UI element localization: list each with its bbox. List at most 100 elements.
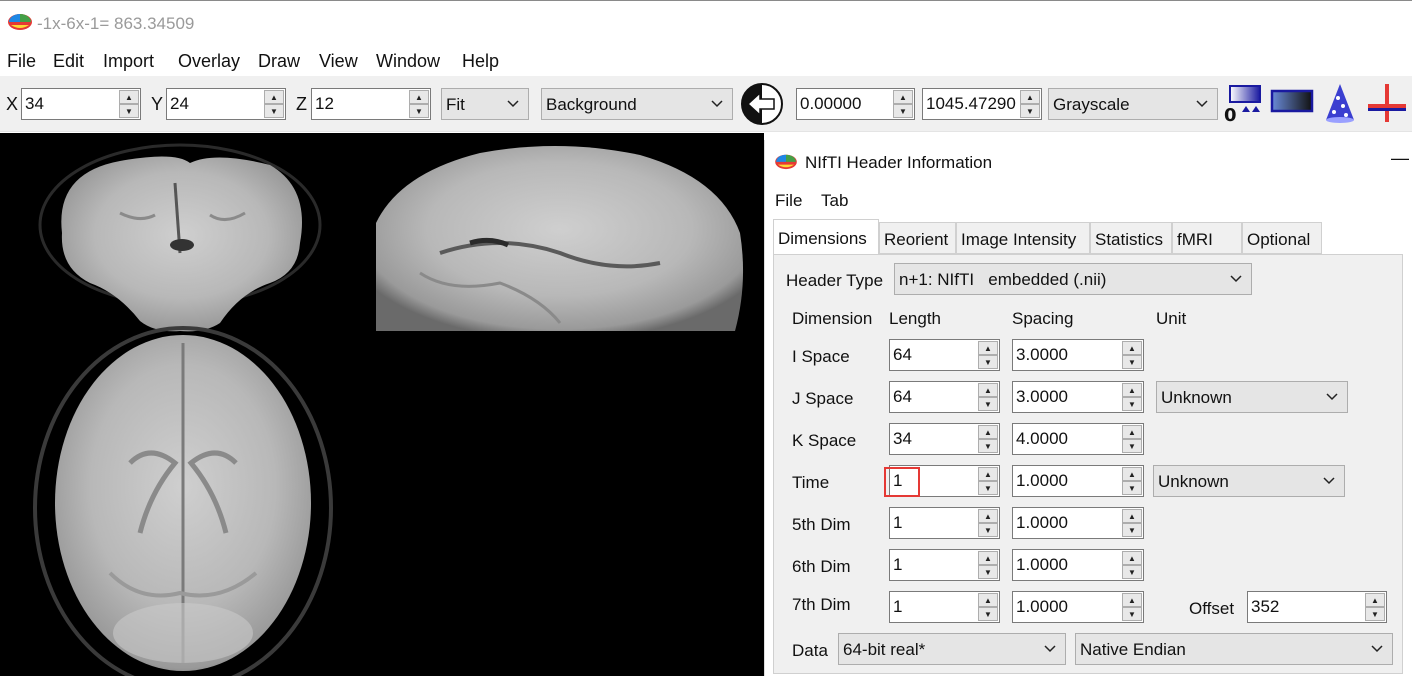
tab-fmri[interactable]: fMRI (1172, 222, 1242, 254)
dim7-spacing-input[interactable]: 1.0000 ▲ ▼ (1012, 591, 1144, 623)
down-button[interactable]: ▼ (978, 439, 998, 453)
down-button[interactable]: ▼ (1122, 481, 1142, 495)
time-spacing-input[interactable]: 1.0000 ▲ ▼ (1012, 465, 1144, 497)
down-button[interactable]: ▼ (978, 397, 998, 411)
sagittal-slice[interactable] (374, 133, 750, 331)
tab-dimensions[interactable]: Dimensions (773, 219, 879, 255)
down-button[interactable]: ▼ (1122, 397, 1142, 411)
menu-file[interactable]: File (7, 51, 36, 72)
menu-help[interactable]: Help (462, 51, 499, 72)
dim7-length: 1 (893, 597, 903, 616)
tab-image-intensity[interactable]: Image Intensity (956, 222, 1090, 254)
x-coordinate-input[interactable]: 34 ▲ ▼ (21, 88, 141, 120)
down-button[interactable]: ▼ (1122, 439, 1142, 453)
data-type-select[interactable]: 64-bit real* (838, 633, 1066, 665)
down-button[interactable]: ▼ (978, 523, 998, 537)
min-up-button[interactable]: ▲ (893, 90, 913, 104)
dialog-menu-file[interactable]: File (775, 191, 802, 211)
layer-select[interactable]: Background (541, 88, 733, 120)
dim6-length-input[interactable]: 1 ▲ ▼ (889, 549, 1000, 581)
down-button[interactable]: ▼ (1122, 565, 1142, 579)
colorbar-icon[interactable]: 0 (1224, 84, 1264, 124)
up-button[interactable]: ▲ (978, 593, 998, 607)
y-down-button[interactable]: ▼ (264, 104, 284, 118)
dim6-spacing-input[interactable]: 1.0000 ▲ ▼ (1012, 549, 1144, 581)
image-viewer[interactable] (0, 133, 764, 681)
up-button[interactable]: ▲ (1122, 509, 1142, 523)
menu-view[interactable]: View (319, 51, 358, 72)
up-button[interactable]: ▲ (1122, 383, 1142, 397)
dim7-length-input[interactable]: 1 ▲ ▼ (889, 591, 1000, 623)
up-button[interactable]: ▲ (1122, 425, 1142, 439)
up-button[interactable]: ▲ (978, 383, 998, 397)
up-button[interactable]: ▲ (978, 425, 998, 439)
down-button[interactable]: ▼ (1365, 607, 1385, 621)
z-down-button[interactable]: ▼ (409, 104, 429, 118)
minimize-button[interactable]: — (1391, 148, 1409, 169)
j-space-spacing-input[interactable]: 3.0000 ▲ ▼ (1012, 381, 1144, 413)
menu-draw[interactable]: Draw (258, 51, 300, 72)
render-wizard-icon[interactable] (1324, 82, 1356, 124)
down-button[interactable]: ▼ (978, 355, 998, 369)
up-button[interactable]: ▲ (978, 509, 998, 523)
up-button[interactable]: ▲ (1365, 593, 1385, 607)
max-down-button[interactable]: ▼ (1020, 104, 1040, 118)
k-space-length-input[interactable]: 34 ▲ ▼ (889, 423, 1000, 455)
max-intensity-input[interactable]: 1045.47290 ▲ ▼ (922, 88, 1042, 120)
up-button[interactable]: ▲ (1122, 341, 1142, 355)
tab-statistics[interactable]: Statistics (1090, 222, 1172, 254)
endian-select[interactable]: Native Endian (1075, 633, 1393, 665)
spatial-unit-select[interactable]: Unknown (1156, 381, 1348, 413)
up-button[interactable]: ▲ (1122, 467, 1142, 481)
menu-overlay[interactable]: Overlay (178, 51, 240, 72)
up-button[interactable]: ▲ (978, 551, 998, 565)
col-spacing: Spacing (1012, 309, 1074, 328)
j-space-length-input[interactable]: 64 ▲ ▼ (889, 381, 1000, 413)
up-button[interactable]: ▲ (1122, 593, 1142, 607)
i-space-length-input[interactable]: 64 ▲ ▼ (889, 339, 1000, 371)
menu-edit[interactable]: Edit (53, 51, 84, 72)
crosshair-icon[interactable] (1366, 82, 1408, 124)
zoom-select[interactable]: Fit (441, 88, 529, 120)
y-coordinate-input[interactable]: 24 ▲ ▼ (166, 88, 286, 120)
up-button[interactable]: ▲ (978, 341, 998, 355)
dim5-length-input[interactable]: 1 ▲ ▼ (889, 507, 1000, 539)
down-button[interactable]: ▼ (978, 565, 998, 579)
back-arrow-icon[interactable] (740, 82, 784, 126)
dim5-spacing-input[interactable]: 1.0000 ▲ ▼ (1012, 507, 1144, 539)
gradient-icon[interactable] (1270, 88, 1314, 114)
max-up-button[interactable]: ▲ (1020, 90, 1040, 104)
down-button[interactable]: ▼ (1122, 607, 1142, 621)
menu-window[interactable]: Window (376, 51, 440, 72)
tab-reorient[interactable]: Reorient (879, 222, 956, 254)
axial-slice[interactable] (33, 326, 333, 681)
max-intensity-value: 1045.47290 (926, 94, 1016, 113)
down-button[interactable]: ▼ (978, 607, 998, 621)
down-button[interactable]: ▼ (1122, 523, 1142, 537)
colormap-value: Grayscale (1053, 95, 1130, 114)
offset-input[interactable]: 352 ▲ ▼ (1247, 591, 1387, 623)
z-coordinate-input[interactable]: 12 ▲ ▼ (311, 88, 431, 120)
x-up-button[interactable]: ▲ (119, 90, 139, 104)
colormap-select[interactable]: Grayscale (1048, 88, 1218, 120)
up-button[interactable]: ▲ (1122, 551, 1142, 565)
coronal-slice[interactable] (38, 143, 322, 332)
min-intensity-input[interactable]: 0.00000 ▲ ▼ (796, 88, 915, 120)
i-space-spacing-input[interactable]: 3.0000 ▲ ▼ (1012, 339, 1144, 371)
chevron-down-icon (1230, 275, 1242, 283)
tab-optional[interactable]: Optional (1242, 222, 1322, 254)
min-down-button[interactable]: ▼ (893, 104, 913, 118)
dialog-menu-tab[interactable]: Tab (821, 191, 848, 211)
header-type-select[interactable]: n+1: NIfTI embedded (.nii) (894, 263, 1252, 295)
x-down-button[interactable]: ▼ (119, 104, 139, 118)
down-button[interactable]: ▼ (1122, 355, 1142, 369)
up-button[interactable]: ▲ (978, 467, 998, 481)
time-unit-select[interactable]: Unknown (1153, 465, 1345, 497)
menu-import[interactable]: Import (103, 51, 154, 72)
y-up-button[interactable]: ▲ (264, 90, 284, 104)
k-space-spacing-input[interactable]: 4.0000 ▲ ▼ (1012, 423, 1144, 455)
down-button[interactable]: ▼ (978, 481, 998, 495)
slice-views (33, 133, 750, 681)
j-space-length: 64 (893, 387, 912, 406)
z-up-button[interactable]: ▲ (409, 90, 429, 104)
